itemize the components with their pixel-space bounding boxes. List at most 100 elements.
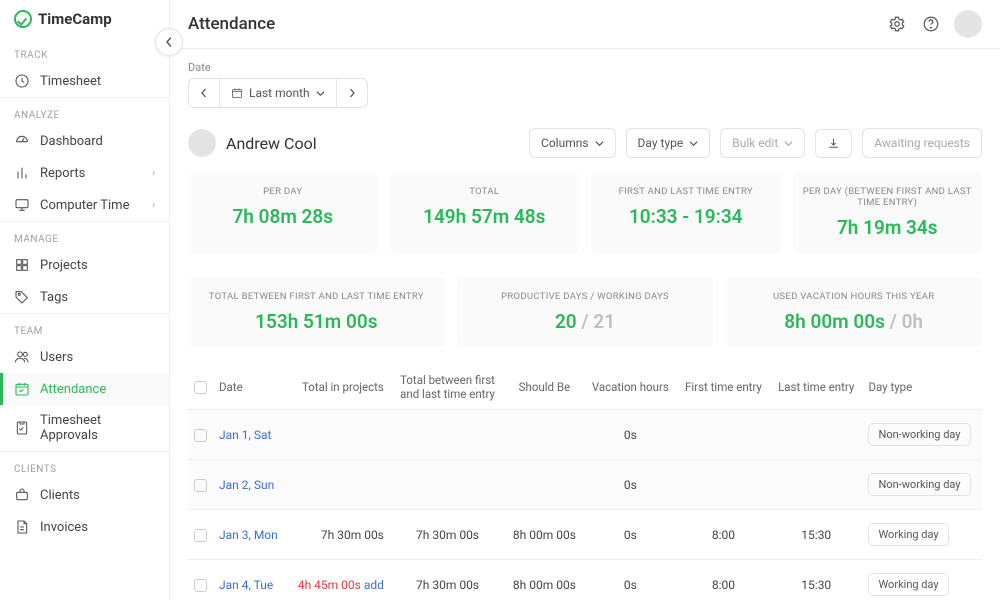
bulk-edit-button[interactable]: Bulk edit bbox=[720, 128, 805, 158]
sidebar-item-timesheet[interactable]: Timesheet bbox=[0, 65, 169, 97]
sidebar-item-label: Users bbox=[40, 350, 73, 365]
select-all-checkbox[interactable] bbox=[194, 381, 207, 394]
date-filter-label: Date bbox=[188, 61, 982, 74]
col-vacation: Vacation hours bbox=[584, 365, 677, 410]
help-icon[interactable] bbox=[920, 13, 942, 35]
users-icon bbox=[14, 349, 30, 365]
day-type-pill[interactable]: Non-working day bbox=[868, 423, 970, 446]
stat-value: 10:33 - 19:34 bbox=[601, 205, 771, 228]
cell-last-entry bbox=[770, 410, 862, 460]
cell-total-projects bbox=[287, 460, 390, 510]
sidebar-item-dashboard[interactable]: Dashboard bbox=[0, 125, 169, 157]
stat-label: TOTAL BETWEEN FIRST AND LAST TIME ENTRY bbox=[198, 291, 435, 302]
cell-should-be: 8h 00m 00s bbox=[505, 510, 584, 560]
cell-first-entry: 8:00 bbox=[677, 510, 770, 560]
day-type-pill[interactable]: Working day bbox=[868, 523, 948, 546]
cell-total-projects: 4h 45m 00s add bbox=[287, 560, 390, 600]
date-link[interactable]: Jan 2, Sun bbox=[219, 478, 274, 492]
cell-total-between bbox=[390, 410, 505, 460]
stat-card: PRODUCTIVE DAYS / WORKING DAYS 20 / 21 bbox=[457, 277, 714, 347]
sidebar-section-label: TRACK bbox=[0, 38, 169, 65]
col-last-entry: Last time entry bbox=[770, 365, 862, 410]
sidebar-item-label: Computer Time bbox=[40, 198, 129, 213]
cell-first-entry bbox=[677, 410, 770, 460]
day-type-pill[interactable]: Working day bbox=[868, 573, 948, 596]
brand-logo[interactable]: TimeCamp bbox=[0, 6, 169, 38]
sidebar-item-label: Dashboard bbox=[40, 134, 103, 149]
cell-vacation: 0s bbox=[584, 460, 677, 510]
sidebar-item-label: Invoices bbox=[40, 520, 88, 535]
sidebar-item-label: Projects bbox=[40, 258, 88, 273]
attendance-icon bbox=[14, 381, 30, 397]
stat-value: 149h 57m 48s bbox=[400, 205, 570, 228]
brand-name: TimeCamp bbox=[38, 10, 112, 28]
col-day-type: Day type bbox=[862, 365, 982, 410]
cell-should-be: 8h 00m 00s bbox=[505, 560, 584, 600]
columns-button[interactable]: Columns bbox=[529, 128, 616, 158]
tags-icon bbox=[14, 289, 30, 305]
sidebar-item-reports[interactable]: Reports› bbox=[0, 157, 169, 189]
sidebar-item-invoices[interactable]: Invoices bbox=[0, 511, 169, 543]
sidebar-item-clients[interactable]: Clients bbox=[0, 479, 169, 511]
sidebar-item-computer-time[interactable]: Computer Time› bbox=[0, 189, 169, 221]
cell-total-between: 7h 30m 00s bbox=[390, 510, 505, 560]
date-prev-button[interactable] bbox=[189, 79, 220, 107]
day-type-pill[interactable]: Non-working day bbox=[868, 473, 970, 496]
row-checkbox[interactable] bbox=[194, 529, 207, 542]
stat-card: TOTAL149h 57m 48s bbox=[390, 172, 580, 253]
cell-last-entry: 15:30 bbox=[770, 510, 862, 560]
sidebar-item-attendance[interactable]: Attendance bbox=[0, 373, 169, 405]
computer-time-icon bbox=[14, 197, 30, 213]
stat-label: PER DAY (BETWEEN FIRST AND LAST TIME ENT… bbox=[803, 186, 973, 208]
cell-first-entry: 8:00 bbox=[677, 560, 770, 600]
date-range-button[interactable]: Last month bbox=[220, 79, 337, 107]
row-checkbox[interactable] bbox=[194, 479, 207, 492]
row-checkbox[interactable] bbox=[194, 579, 207, 592]
date-next-button[interactable] bbox=[337, 79, 367, 107]
table-row: Jan 4, Tue4h 45m 00s add7h 30m 00s8h 00m… bbox=[188, 560, 982, 600]
sidebar-item-tags[interactable]: Tags bbox=[0, 281, 169, 313]
user-avatar[interactable] bbox=[954, 10, 982, 38]
col-should-be: Should Be bbox=[505, 365, 584, 410]
sidebar-item-label: Tags bbox=[40, 290, 68, 305]
check-circle-icon bbox=[14, 10, 32, 28]
sidebar-item-timesheet-approvals[interactable]: Timesheet Approvals bbox=[0, 405, 169, 451]
col-date: Date bbox=[213, 365, 287, 410]
col-total-projects: Total in projects bbox=[287, 365, 390, 410]
awaiting-requests-button[interactable]: Awaiting requests bbox=[862, 128, 982, 158]
stat-value: 20 / 21 bbox=[467, 310, 704, 333]
row-checkbox[interactable] bbox=[194, 429, 207, 442]
settings-icon[interactable] bbox=[886, 13, 908, 35]
stat-label: FIRST AND LAST TIME ENTRY bbox=[601, 186, 771, 197]
export-button[interactable] bbox=[815, 129, 852, 158]
projects-icon bbox=[14, 257, 30, 273]
invoices-icon bbox=[14, 519, 30, 535]
stat-card: USED VACATION HOURS THIS YEAR8h 00m 00s … bbox=[725, 277, 982, 347]
date-link[interactable]: Jan 3, Mon bbox=[219, 528, 278, 542]
date-filter: Date Last month bbox=[188, 61, 982, 108]
add-note-link[interactable]: add bbox=[364, 578, 384, 592]
download-icon bbox=[827, 137, 840, 150]
table-row: Jan 1, Sat 0s Non-working day bbox=[188, 410, 982, 460]
col-first-entry: First time entry bbox=[677, 365, 770, 410]
profile-avatar bbox=[188, 129, 216, 157]
stat-value: 7h 19m 34s bbox=[803, 216, 973, 239]
cell-vacation: 0s bbox=[584, 510, 677, 560]
stats-cards: PER DAY7h 08m 28sTOTAL149h 57m 48sFIRST … bbox=[188, 172, 982, 347]
sidebar-item-users[interactable]: Users bbox=[0, 341, 169, 373]
date-link[interactable]: Jan 4, Tue bbox=[219, 578, 273, 592]
sidebar-item-projects[interactable]: Projects bbox=[0, 249, 169, 281]
cell-vacation: 0s bbox=[584, 410, 677, 460]
timesheet-approvals-icon bbox=[14, 420, 30, 436]
sidebar-collapse-button[interactable] bbox=[155, 28, 183, 56]
cell-total-projects: 7h 30m 00s bbox=[287, 510, 390, 560]
sidebar: TimeCamp TRACKTimesheetANALYZEDashboardR… bbox=[0, 0, 170, 600]
cell-should-be bbox=[505, 460, 584, 510]
chevron-down-icon bbox=[316, 89, 325, 98]
stat-label: PRODUCTIVE DAYS / WORKING DAYS bbox=[467, 291, 704, 302]
cell-should-be bbox=[505, 410, 584, 460]
date-link[interactable]: Jan 1, Sat bbox=[219, 428, 271, 442]
stat-card: PER DAY (BETWEEN FIRST AND LAST TIME ENT… bbox=[793, 172, 983, 253]
day-type-button[interactable]: Day type bbox=[626, 128, 711, 158]
sidebar-section-label: TEAM bbox=[0, 313, 169, 341]
